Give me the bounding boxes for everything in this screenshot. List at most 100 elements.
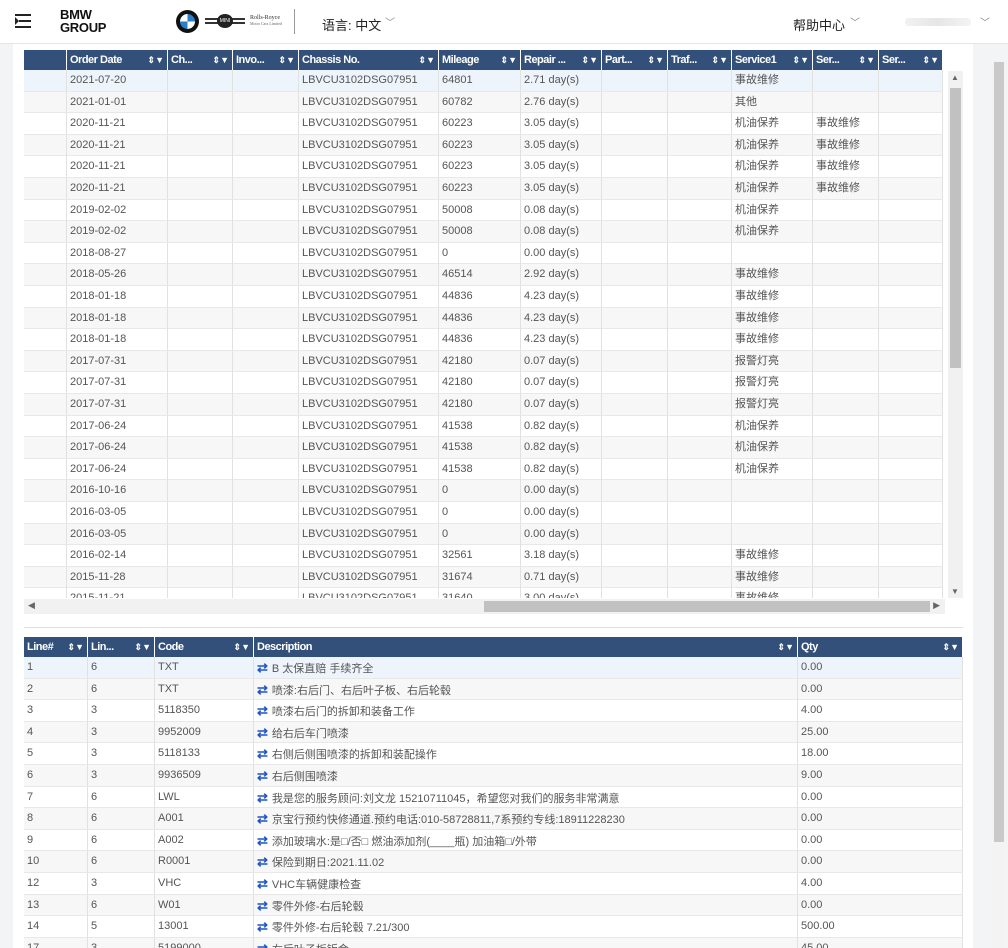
- table-row[interactable]: 6 3 9936509 ⇄ 右后侧围喷漆 9.00: [24, 765, 963, 787]
- swap-arrows-icon[interactable]: ⇄: [257, 768, 268, 783]
- swap-arrows-icon[interactable]: ⇄: [257, 660, 268, 675]
- swap-arrows-icon[interactable]: ⇄: [257, 682, 268, 697]
- chevron-down-icon[interactable]: ﹀: [850, 14, 860, 29]
- table-row[interactable]: 2015-11-28 LBVCU3102DSG07951 31674 0.71 day…: [24, 566, 943, 589]
- table-row[interactable]: 2018-01-18 LBVCU3102DSG07951 44836 4.23 day…: [24, 307, 943, 330]
- sort-filter-icon[interactable]: ⇕▼: [923, 50, 939, 70]
- orders-horizontal-scrollbar[interactable]: ◀ ▶: [24, 599, 945, 614]
- sort-filter-icon[interactable]: ⇕▼: [859, 50, 875, 70]
- table-row[interactable]: 2017-06-24 LBVCU3102DSG07951 41538 0.82 day…: [24, 437, 943, 459]
- swap-arrows-icon[interactable]: ⇄: [257, 876, 268, 891]
- table-row[interactable]: 2020-11-21 LBVCU3102DSG07951 60223 3.05 day…: [24, 113, 943, 135]
- sort-filter-icon[interactable]: ⇕▼: [68, 637, 84, 657]
- table-row[interactable]: 13 6 W01 ⇄ 零件外修-右后轮毂 0.00: [24, 894, 963, 917]
- swap-arrows-icon[interactable]: ⇄: [257, 919, 268, 934]
- table-row[interactable]: 2017-06-24 LBVCU3102DSG07951 41538 0.82 day…: [24, 458, 943, 481]
- sort-filter-icon[interactable]: ⇕▼: [582, 50, 598, 70]
- language-selector[interactable]: 语言: 中文: [322, 15, 381, 34]
- table-row[interactable]: 2020-11-21 LBVCU3102DSG07951 60223 3.05 day…: [24, 156, 943, 178]
- chevron-down-icon[interactable]: ﹀: [980, 14, 990, 29]
- swap-arrows-icon[interactable]: ⇄: [257, 811, 268, 826]
- sort-filter-icon[interactable]: ⇕▼: [148, 50, 164, 70]
- sort-filter-icon[interactable]: ⇕▼: [501, 50, 517, 70]
- column-header-repair[interactable]: Repair ... ⇕▼: [521, 50, 602, 70]
- column-header-invo[interactable]: Invo... ⇕▼: [233, 50, 299, 70]
- column-header-ser[interactable]: Ser... ⇕▼: [879, 50, 943, 70]
- table-row[interactable]: 2021-07-20 LBVCU3102DSG07951 64801 2.71 day…: [24, 70, 943, 92]
- table-row[interactable]: 2018-01-18 LBVCU3102DSG07951 44836 4.23 day…: [24, 329, 943, 351]
- table-row[interactable]: 2017-07-31 LBVCU3102DSG07951 42180 0.07 day…: [24, 394, 943, 416]
- column-header-chassis-no[interactable]: Chassis No. ⇕▼: [299, 50, 439, 70]
- user-menu[interactable]: [905, 18, 971, 26]
- sort-filter-icon[interactable]: ⇕▼: [419, 50, 435, 70]
- table-row[interactable]: 5 3 5118133 ⇄ 右侧后侧围喷漆的拆卸和装配操作 18.00: [24, 743, 963, 765]
- table-row[interactable]: 8 6 A001 ⇄ 京宝行预约快修通道.预约电话:010-58728811,7系预约专…: [24, 808, 963, 830]
- column-header-order-date[interactable]: Order Date ⇕▼: [67, 50, 168, 70]
- column-header-line[interactable]: Line# ⇕▼: [24, 637, 88, 657]
- table-row[interactable]: 2016-10-16 LBVCU3102DSG07951 0 0.00 day(s): [24, 480, 943, 502]
- menu-collapse-icon[interactable]: [15, 14, 31, 28]
- scroll-right-icon[interactable]: ▶: [933, 600, 940, 611]
- sort-filter-icon[interactable]: ⇕▼: [213, 50, 229, 70]
- column-header-description[interactable]: Description ⇕▼: [254, 637, 798, 657]
- orders-vertical-scrollbar[interactable]: ▲ ▼: [948, 71, 963, 598]
- sort-filter-icon[interactable]: ⇕▼: [712, 50, 728, 70]
- column-header-code[interactable]: Code ⇕▼: [155, 637, 254, 657]
- table-row[interactable]: 2016-03-05 LBVCU3102DSG07951 0 0.00 day(s): [24, 523, 943, 546]
- table-row[interactable]: 2016-02-14 LBVCU3102DSG07951 32561 3.18 day…: [24, 545, 943, 567]
- column-header-blank[interactable]: [24, 50, 67, 70]
- column-header-ser[interactable]: Ser... ⇕▼: [813, 50, 879, 70]
- swap-arrows-icon[interactable]: ⇄: [257, 790, 268, 805]
- table-row[interactable]: 2 6 TXT ⇄ 喷漆:右后门、右后叶子板、右后轮毂 0.00: [24, 678, 963, 701]
- table-row[interactable]: 2018-08-27 LBVCU3102DSG07951 0 0.00 day(s): [24, 242, 943, 265]
- table-row[interactable]: 17 3 5199000 ⇄ 右后叶子板钣金 45.00: [24, 937, 963, 948]
- table-row[interactable]: 2018-05-26 LBVCU3102DSG07951 46514 2.92 day…: [24, 264, 943, 286]
- column-header-lin[interactable]: Lin... ⇕▼: [88, 637, 155, 657]
- column-header-qty[interactable]: Qty ⇕▼: [798, 637, 963, 657]
- table-row[interactable]: 2015-11-21 LBVCU3102DSG07951 31640 3.00 day…: [24, 588, 943, 598]
- swap-arrows-icon[interactable]: ⇄: [257, 898, 268, 913]
- column-header-service1[interactable]: Service1 ⇕▼: [732, 50, 813, 70]
- table-row[interactable]: 12 3 VHC ⇄ VHC车辆健康检查 4.00: [24, 873, 963, 895]
- swap-arrows-icon[interactable]: ⇄: [257, 854, 268, 869]
- page-scrollbar-thumb[interactable]: [994, 62, 1004, 842]
- table-row[interactable]: 2020-11-21 LBVCU3102DSG07951 60223 3.05 day…: [24, 178, 943, 200]
- table-row[interactable]: 2021-01-01 LBVCU3102DSG07951 60782 2.76 day…: [24, 91, 943, 114]
- scroll-up-icon[interactable]: ▲: [951, 73, 959, 82]
- column-header-traf[interactable]: Traf... ⇕▼: [668, 50, 732, 70]
- column-header-ch[interactable]: Ch... ⇕▼: [168, 50, 233, 70]
- help-center-menu[interactable]: 帮助中心: [793, 15, 845, 34]
- sort-filter-icon[interactable]: ⇕▼: [943, 637, 959, 657]
- swap-arrows-icon[interactable]: ⇄: [257, 725, 268, 740]
- sort-filter-icon[interactable]: ⇕▼: [234, 637, 250, 657]
- scroll-down-icon[interactable]: ▼: [951, 587, 959, 596]
- swap-arrows-icon[interactable]: ⇄: [257, 941, 268, 948]
- table-row[interactable]: 7 6 LWL ⇄ 我是您的服务顾问:刘文龙 15210711045，希望您对我们的服务…: [24, 786, 963, 809]
- table-row[interactable]: 2018-01-18 LBVCU3102DSG07951 44836 4.23 day…: [24, 286, 943, 308]
- swap-arrows-icon[interactable]: ⇄: [257, 833, 268, 848]
- table-row[interactable]: 3 3 5118350 ⇄ 喷漆右后门的拆卸和装备工作 4.00: [24, 700, 963, 722]
- table-row[interactable]: 10 6 R0001 ⇄ 保险到期日:2021.11.02 0.00: [24, 851, 963, 873]
- table-row[interactable]: 9 6 A002 ⇄ 添加玻璃水:是□/否□ 燃油添加剂(____瓶) 加油箱□/外带 0…: [24, 829, 963, 852]
- table-row[interactable]: 2020-11-21 LBVCU3102DSG07951 60223 3.05 day…: [24, 134, 943, 157]
- sort-filter-icon[interactable]: ⇕▼: [648, 50, 664, 70]
- column-header-part[interactable]: Part... ⇕▼: [602, 50, 668, 70]
- scroll-left-icon[interactable]: ◀: [28, 600, 35, 611]
- table-row[interactable]: 1 6 TXT ⇄ B 太保直赔 手续齐全 0.00: [24, 657, 963, 679]
- sort-filter-icon[interactable]: ⇕▼: [793, 50, 809, 70]
- table-row[interactable]: 2019-02-02 LBVCU3102DSG07951 50008 0.08 day…: [24, 221, 943, 243]
- table-row[interactable]: 2016-03-05 LBVCU3102DSG07951 0 0.00 day(s): [24, 502, 943, 524]
- table-row[interactable]: 2017-07-31 LBVCU3102DSG07951 42180 0.07 day…: [24, 350, 943, 373]
- scrollbar-thumb[interactable]: [484, 601, 930, 612]
- column-header-mileage[interactable]: Mileage ⇕▼: [439, 50, 521, 70]
- swap-arrows-icon[interactable]: ⇄: [257, 703, 268, 718]
- sort-filter-icon[interactable]: ⇕▼: [135, 637, 151, 657]
- sort-filter-icon[interactable]: ⇕▼: [279, 50, 295, 70]
- scrollbar-thumb[interactable]: [950, 88, 961, 368]
- sort-filter-icon[interactable]: ⇕▼: [778, 637, 794, 657]
- table-row[interactable]: 2017-07-31 LBVCU3102DSG07951 42180 0.07 day…: [24, 372, 943, 394]
- table-row[interactable]: 14 5 13001 ⇄ 零件外修-右后轮毂 7.21/300 500.00: [24, 916, 963, 938]
- table-row[interactable]: 4 3 9952009 ⇄ 给右后车门喷漆 25.00: [24, 721, 963, 744]
- table-row[interactable]: 2019-02-02 LBVCU3102DSG07951 50008 0.08 day…: [24, 199, 943, 222]
- swap-arrows-icon[interactable]: ⇄: [257, 746, 268, 761]
